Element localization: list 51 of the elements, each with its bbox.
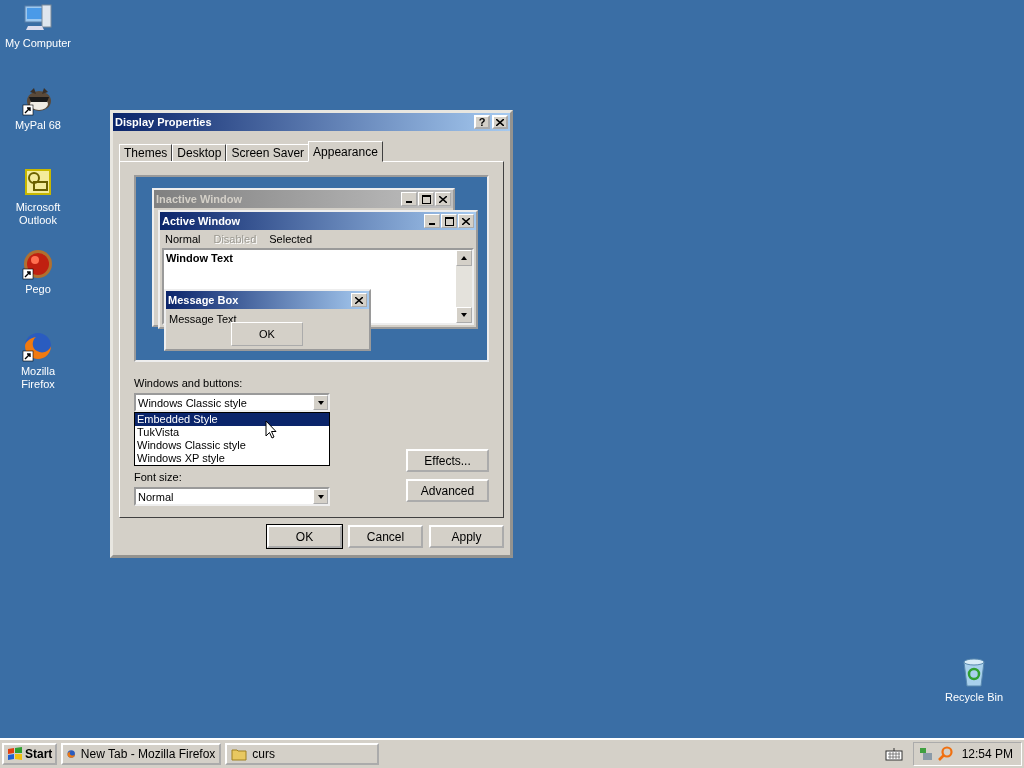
close-icon [496, 118, 504, 126]
maximize-icon [441, 214, 457, 228]
field-label: Windows and buttons: [134, 376, 244, 390]
dropdown-option[interactable]: Embedded Style [135, 413, 329, 426]
start-button[interactable]: Start [2, 743, 58, 765]
window-text: Window Text [165, 251, 234, 266]
dropdown-option[interactable]: Windows Classic style [135, 439, 329, 452]
desktop-icon-label[interactable]: Pego [3, 283, 73, 296]
desktop-icon-label[interactable]: MyPal 68 [3, 119, 73, 132]
close-icon [458, 214, 474, 228]
window-title: Display Properties [115, 116, 213, 128]
close-icon [435, 192, 451, 206]
font-size-dropdown[interactable]: Normal [134, 487, 330, 506]
window-title: Message Box [168, 294, 240, 306]
maximize-icon [418, 192, 434, 206]
ok-button-preview: OK [231, 322, 303, 346]
message-text: Message Text [168, 312, 238, 325]
dialog-button[interactable]: OK [267, 525, 342, 548]
clock: 12:54 PM [961, 747, 1013, 761]
desktop-icon-label[interactable]: Microsoft Outlook [3, 201, 73, 227]
taskbar-button[interactable]: New Tab - Mozilla Firefox [61, 743, 222, 765]
dialog-button[interactable]: Advanced [406, 479, 489, 502]
dropdown-option[interactable]: TukVista [135, 426, 329, 439]
dialog-button[interactable]: Effects... [406, 449, 489, 472]
tab[interactable]: Desktop [172, 144, 227, 162]
mouse-pointer-icon [265, 420, 277, 439]
windows-flag-icon [7, 746, 23, 762]
help-button[interactable]: ? [474, 115, 490, 129]
close-button[interactable] [492, 115, 508, 129]
taskbar-button[interactable]: curs [225, 743, 380, 765]
window-title: Active Window [162, 215, 242, 227]
keyboard-icon[interactable] [884, 747, 903, 761]
calendar-envelope-icon[interactable] [22, 166, 54, 198]
tab[interactable]: Themes [119, 144, 173, 162]
desktop-icon-label[interactable]: My Computer [3, 37, 73, 50]
desktop-icon-label[interactable]: Recycle Bin [939, 691, 1009, 704]
window-title: Inactive Window [156, 193, 244, 205]
dialog-button[interactable]: Cancel [348, 525, 423, 548]
style-dropdown[interactable]: Windows Classic style [134, 393, 330, 412]
tab[interactable]: Screen Saver [226, 144, 310, 162]
minimize-icon [424, 214, 440, 228]
minimize-icon [401, 192, 417, 206]
dialog-button[interactable]: Apply [429, 525, 504, 548]
dropdown-option[interactable]: Windows XP style [135, 452, 329, 465]
field-label: Font size: [134, 470, 183, 484]
tab[interactable]: Appearance [308, 141, 383, 162]
close-icon [351, 293, 367, 307]
desktop-icon-label[interactable]: Mozilla Firefox [3, 365, 73, 391]
orb-icon[interactable] [22, 248, 54, 280]
folder-icon [231, 746, 248, 762]
firefox-icon[interactable] [22, 330, 54, 362]
